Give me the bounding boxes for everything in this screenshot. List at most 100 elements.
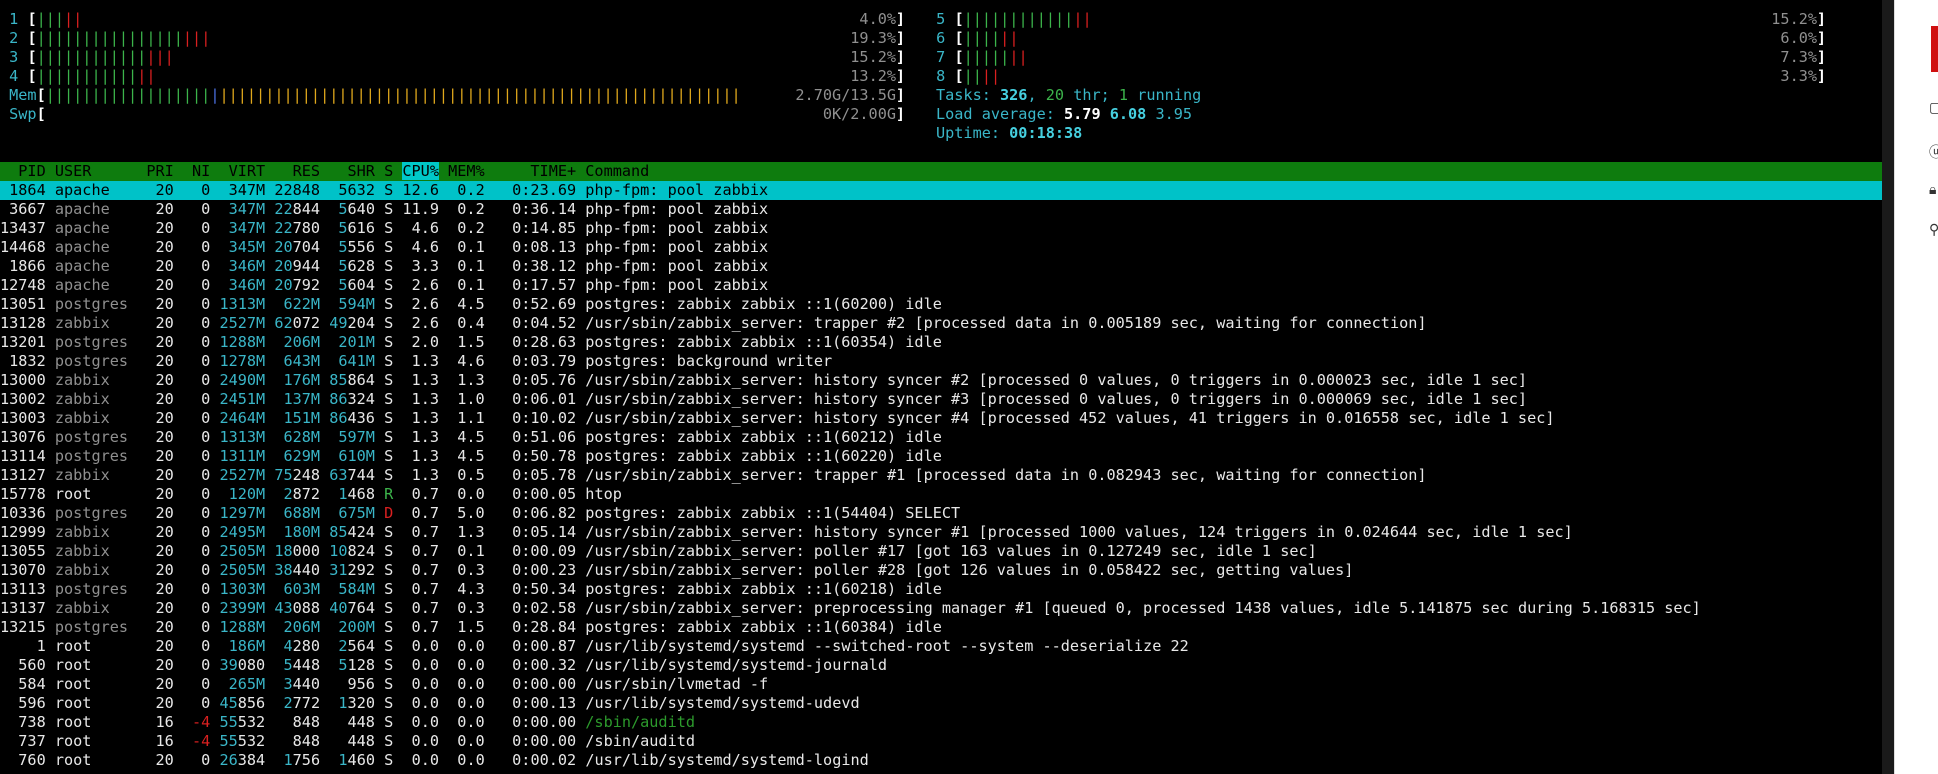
header-col-command[interactable]: Command xyxy=(585,162,649,180)
header-col-ni[interactable]: NI xyxy=(183,162,220,180)
header-col-s[interactable]: S xyxy=(384,162,402,180)
header-col-user[interactable]: USER xyxy=(55,162,146,180)
process-command: /usr/lib/systemd/systemd --switched-root… xyxy=(585,637,1189,655)
process-table-header[interactable]: PID USER PRI NI VIRT RES SHR S CPU% MEM%… xyxy=(0,162,1882,181)
header-col-sp[interactable] xyxy=(439,162,448,180)
process-res: 75248 xyxy=(274,466,321,484)
cpu-meter-bar-kernel: ||| xyxy=(182,29,211,47)
process-mem: 0.1 xyxy=(448,257,494,275)
process-row[interactable]: 14468 apache 20 0 345M 20704 5556 S 4.6 … xyxy=(0,238,1882,257)
process-mem: 0.0 xyxy=(448,637,494,655)
process-row[interactable]: 13215 postgres 20 0 1288M 206M 200M S 0.… xyxy=(0,618,1882,637)
process-row[interactable]: 737 root 16 -4 55532 848 448 S 0.0 0.0 0… xyxy=(0,732,1882,751)
process-command: /usr/sbin/lvmetad -f xyxy=(585,675,769,693)
process-row[interactable]: 10336 postgres 20 0 1297M 688M 675M D 0.… xyxy=(0,504,1882,523)
process-shr: 584M xyxy=(329,580,375,598)
process-time: 0:05.78 xyxy=(493,466,586,484)
process-time: 0:00.09 xyxy=(493,542,586,560)
process-row[interactable]: 13137 zabbix 20 0 2399M 43088 40764 S 0.… xyxy=(0,599,1882,618)
process-row[interactable]: 13437 apache 20 0 347M 22780 5616 S 4.6 … xyxy=(0,219,1882,238)
process-virt: 2505M xyxy=(219,561,266,579)
header-col-res[interactable]: RES xyxy=(274,162,329,180)
tasks-label: Tasks: xyxy=(936,86,1001,104)
process-cpu: 0.0 xyxy=(402,732,449,750)
memory-meter-bracket-close: ] xyxy=(895,86,905,104)
process-row[interactable]: 13114 postgres 20 0 1311M 629M 610M S 1.… xyxy=(0,447,1882,466)
process-time: 0:06.01 xyxy=(493,390,586,408)
process-row[interactable]: 560 root 20 0 39080 5448 5128 S 0.0 0.0 … xyxy=(0,656,1882,675)
process-command: php-fpm: pool zabbix xyxy=(585,181,769,199)
uptime: Uptime: 00:18:38 xyxy=(936,124,1082,143)
process-row[interactable]: 13127 zabbix 20 0 2527M 75248 63744 S 1.… xyxy=(0,466,1882,485)
terminal-window[interactable]: 1 [||||| 4.0%] 2 [||||||||||||||||||| 19.3… xyxy=(0,0,1894,774)
header-col-virt[interactable]: VIRT xyxy=(219,162,274,180)
process-row[interactable]: 1832 postgres 20 0 1278M 643M 641M S 1.3… xyxy=(0,352,1882,371)
process-command: /sbin/auditd xyxy=(585,732,696,750)
side-panel-red-tab[interactable] xyxy=(1931,26,1938,72)
process-table[interactable]: 1864 apache 20 0 347M 22848 5632 S 12.6 … xyxy=(0,181,1882,770)
swap-meter-label: Swp xyxy=(0,105,37,123)
process-row[interactable]: 13055 zabbix 20 0 2505M 18000 10824 S 0.… xyxy=(0,542,1882,561)
process-row[interactable]: 13076 postgres 20 0 1313M 628M 597M S 1.… xyxy=(0,428,1882,447)
process-row[interactable]: 12999 zabbix 20 0 2495M 180M 85424 S 0.7… xyxy=(0,523,1882,542)
panel-pin-icon[interactable]: ⚲ xyxy=(1929,222,1938,238)
process-command: postgres: zabbix zabbix ::1(60220) idle xyxy=(585,447,942,465)
process-row[interactable]: 15778 root 20 0 120M 2872 1468 R 0.7 0.0… xyxy=(0,485,1882,504)
process-row[interactable]: 13003 zabbix 20 0 2464M 151M 86436 S 1.3… xyxy=(0,409,1882,428)
process-row[interactable]: 13002 zabbix 20 0 2451M 137M 86324 S 1.3… xyxy=(0,390,1882,409)
process-row[interactable]: 12748 apache 20 0 346M 20792 5604 S 2.6 … xyxy=(0,276,1882,295)
process-shr: 610M xyxy=(329,447,375,465)
header-col-shr[interactable]: SHR xyxy=(329,162,384,180)
header-col-time[interactable]: TIME+ xyxy=(494,162,585,180)
process-row[interactable]: 596 root 20 0 45856 2772 1320 S 0.0 0.0 … xyxy=(0,694,1882,713)
header-col-pri[interactable]: PRI xyxy=(146,162,183,180)
process-row[interactable]: 3667 apache 20 0 347M 22844 5640 S 11.9 … xyxy=(0,200,1882,219)
process-pid: 1832 xyxy=(0,352,55,370)
process-command: /usr/lib/systemd/systemd-udevd xyxy=(585,694,860,712)
process-time: 0:14.85 xyxy=(493,219,586,237)
process-state: S xyxy=(384,371,403,389)
process-state: S xyxy=(384,352,403,370)
process-pri: 20 xyxy=(146,295,183,313)
process-row[interactable]: 1866 apache 20 0 346M 20944 5628 S 3.3 0… xyxy=(0,257,1882,276)
process-command: /usr/lib/systemd/systemd-journald xyxy=(585,656,888,674)
cpu-meter-bar-kernel: || xyxy=(1009,48,1028,66)
process-pid: 13114 xyxy=(0,447,55,465)
panel-lock-icon[interactable]: 🔒︎ xyxy=(1929,182,1936,198)
process-row[interactable]: 13051 postgres 20 0 1313M 622M 594M S 2.… xyxy=(0,295,1882,314)
process-row[interactable]: 760 root 20 0 26384 1756 1460 S 0.0 0.0 … xyxy=(0,751,1882,770)
process-res: 2872 xyxy=(274,485,321,503)
cpu-meter-bar-kernel: ||| xyxy=(146,48,174,66)
process-row[interactable]: 13128 zabbix 20 0 2527M 62072 49204 S 2.… xyxy=(0,314,1882,333)
process-pri: 20 xyxy=(146,238,183,256)
panel-tab-icon[interactable]: ▢ xyxy=(1929,100,1938,116)
process-pid: 3667 xyxy=(0,200,55,218)
process-row[interactable]: 1 root 20 0 186M 4280 2564 S 0.0 0.0 0:0… xyxy=(0,637,1882,656)
process-time: 0:50.78 xyxy=(493,447,586,465)
process-cpu: 2.6 xyxy=(402,295,449,313)
process-pid: 10336 xyxy=(0,504,55,522)
process-row[interactable]: 13000 zabbix 20 0 2490M 176M 85864 S 1.3… xyxy=(0,371,1882,390)
process-pri: 20 xyxy=(146,428,183,446)
header-col-mem[interactable]: MEM% xyxy=(448,162,494,180)
process-row[interactable]: 13070 zabbix 20 0 2505M 38440 31292 S 0.… xyxy=(0,561,1882,580)
header-col-cpu[interactable]: CPU% xyxy=(402,162,439,180)
process-pid: 13000 xyxy=(0,371,55,389)
process-state: S xyxy=(384,238,403,256)
process-row[interactable]: 13201 postgres 20 0 1288M 206M 201M S 2.… xyxy=(0,333,1882,352)
header-col-pid[interactable]: PID xyxy=(0,162,55,180)
process-user: zabbix xyxy=(54,466,147,484)
process-row[interactable]: 13113 postgres 20 0 1303M 603M 584M S 0.… xyxy=(0,580,1882,599)
process-mem: 0.1 xyxy=(448,238,494,256)
process-pri: 20 xyxy=(146,466,183,484)
process-cpu: 4.6 xyxy=(402,238,449,256)
process-row[interactable]: 584 root 20 0 265M 3440 956 S 0.0 0.0 0:… xyxy=(0,675,1882,694)
panel-link-icon[interactable]: ⓤ xyxy=(1929,142,1938,162)
process-row[interactable]: 1864 apache 20 0 347M 22848 5632 S 12.6 … xyxy=(0,181,1882,200)
process-time: 0:50.34 xyxy=(493,580,586,598)
process-user: zabbix xyxy=(54,409,147,427)
process-cpu: 4.6 xyxy=(402,219,449,237)
process-row[interactable]: 738 root 16 -4 55532 848 448 S 0.0 0.0 0… xyxy=(0,713,1882,732)
process-pid: 13215 xyxy=(0,618,55,636)
terminal-scrollbar[interactable] xyxy=(1882,0,1894,774)
